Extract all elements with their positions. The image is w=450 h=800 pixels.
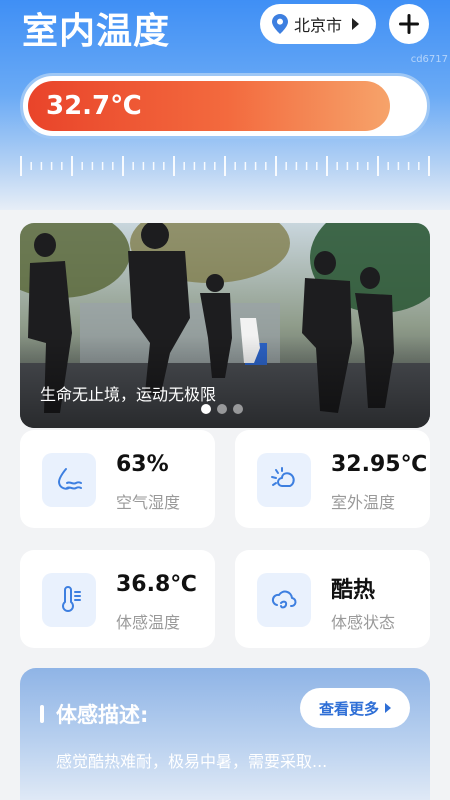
humidity-value: 63% [116, 452, 169, 477]
feels-like-value: 36.8℃ [116, 572, 197, 597]
indoor-temperature-value: 32.7℃ [46, 91, 142, 121]
thermometer-scale [20, 156, 430, 176]
description-panel: 体感描述: 查看更多 感觉酷热难耐，极易中暑，需要采取... [20, 668, 430, 800]
location-pin-icon [272, 14, 288, 34]
cloud-wind-icon [257, 573, 311, 627]
carousel-dot[interactable] [201, 404, 211, 414]
comfort-status-label: 体感状态 [331, 613, 396, 632]
carousel-dot[interactable] [233, 404, 243, 414]
description-text: 感觉酷热难耐，极易中暑，需要采取... [56, 752, 328, 771]
humidity-label: 空气湿度 [116, 493, 181, 512]
city-selector-button[interactable]: 北京市 [260, 4, 376, 44]
carousel-dot[interactable] [217, 404, 227, 414]
add-button[interactable] [389, 4, 429, 44]
feels-like-label: 体感温度 [116, 613, 181, 632]
city-label: 北京市 [294, 16, 343, 35]
weather-sun-cloud-icon [257, 453, 311, 507]
thermometer-fill: 32.7℃ [28, 81, 391, 131]
comfort-status-value: 酷热 [331, 578, 376, 603]
stat-card-feels-like[interactable]: 36.8℃ 体感温度 [20, 550, 215, 648]
view-more-label: 查看更多 [318, 699, 379, 718]
description-heading: 体感描述: [56, 703, 149, 727]
banner-carousel[interactable]: 生命无止境，运动无极限 [20, 223, 430, 428]
page-title: 室内温度 [22, 11, 171, 52]
stat-card-comfort-status[interactable]: 酷热 体感状态 [235, 550, 430, 648]
caret-right-icon [352, 18, 360, 30]
header-hero: 室内温度 北京市 cd6717 32.7℃ [0, 0, 450, 210]
outdoor-temperature-label: 室外温度 [331, 493, 396, 512]
thermometer-icon [42, 573, 96, 627]
outdoor-temperature-value: 32.95℃ [331, 452, 428, 477]
plus-icon [399, 14, 419, 34]
watermark: cd6717 [410, 54, 448, 65]
view-more-button[interactable]: 查看更多 [300, 688, 410, 728]
stat-card-humidity[interactable]: 63% 空气湿度 [20, 430, 215, 528]
heading-accent-bar [40, 705, 44, 723]
carousel-indicator [201, 404, 243, 414]
humidity-icon [42, 453, 96, 507]
thermometer-bar: 32.7℃ [20, 73, 430, 139]
banner-caption: 生命无止境，运动无极限 [40, 385, 217, 404]
stat-card-outdoor-temp[interactable]: 32.95℃ 室外温度 [235, 430, 430, 528]
caret-right-icon [385, 703, 391, 713]
